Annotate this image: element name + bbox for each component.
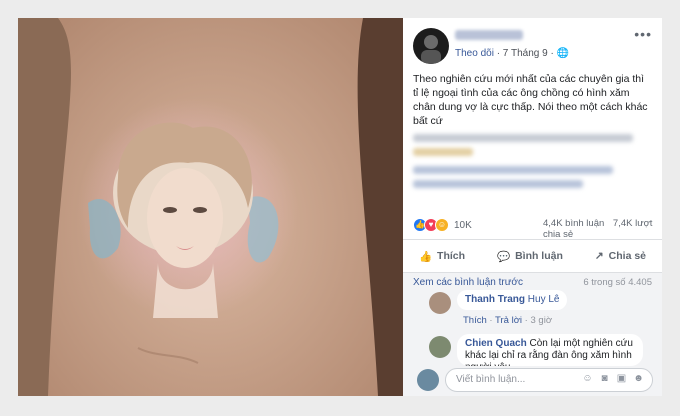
- camera-icon[interactable]: ◙: [599, 373, 610, 384]
- post-date[interactable]: · 7 Tháng 9 ·: [497, 48, 554, 59]
- like-button[interactable]: 👍 Thích: [419, 250, 465, 263]
- reactions-summary[interactable]: 👍 ♥ ☺ 10K: [413, 218, 472, 232]
- photo-viewer: Theo dõi · 7 Tháng 9 · 🌐 ••• Theo nghiên…: [18, 18, 662, 396]
- gif-icon[interactable]: ▣: [616, 373, 627, 384]
- blurred-text-line: [413, 134, 633, 142]
- commenter-name[interactable]: Chien Quach: [465, 338, 527, 349]
- emoji-icon[interactable]: ☺: [582, 373, 593, 384]
- thumbs-up-icon: 👍: [418, 250, 433, 263]
- more-dots-icon[interactable]: •••: [634, 26, 652, 42]
- tagged-user[interactable]: Huy Lê: [528, 294, 560, 305]
- share-button[interactable]: ↗ Chia sẻ: [595, 250, 646, 262]
- blurred-link-line: [413, 166, 613, 174]
- comment-bubble: Chien Quach Còn lại một nghiên cứu khác …: [457, 334, 643, 366]
- comment-reply-link[interactable]: Trả lời: [495, 315, 522, 326]
- comment-bubble-icon: 💬: [496, 250, 511, 263]
- share-arrow-icon: ↗: [594, 250, 604, 262]
- comment-count[interactable]: 4,4K bình luận: [543, 218, 604, 229]
- globe-icon: 🌐: [556, 48, 570, 59]
- haha-reaction-icon: ☺: [435, 218, 449, 232]
- post-panel: Theo dõi · 7 Tháng 9 · 🌐 ••• Theo nghiên…: [403, 18, 662, 396]
- comment-page-count: 6 trong số 4.405: [583, 277, 652, 288]
- post-text: Theo nghiên cứu mới nhất của các chuyên …: [413, 72, 649, 188]
- blurred-text-line: [413, 148, 473, 156]
- comment-meta: Thích · Trả lời · 3 giờ: [463, 315, 553, 326]
- reaction-count: 10K: [454, 219, 472, 231]
- sticker-icon[interactable]: ☻: [633, 373, 644, 384]
- author-name-blurred[interactable]: [455, 30, 523, 40]
- post-photo[interactable]: [18, 18, 403, 396]
- tattoo-photo: [18, 18, 403, 396]
- follow-button[interactable]: Theo dõi: [455, 48, 494, 59]
- blurred-link-line: [413, 180, 583, 188]
- current-user-avatar: [417, 369, 439, 391]
- author-avatar[interactable]: [413, 28, 449, 64]
- comment-input-placeholder: Viết bình luận...: [456, 374, 526, 385]
- commenter-avatar[interactable]: [429, 292, 451, 314]
- comment-time[interactable]: 3 giờ: [531, 315, 553, 326]
- commenter-avatar[interactable]: [429, 336, 451, 358]
- comment-like-link[interactable]: Thích: [463, 315, 487, 326]
- action-bar: 👍 Thích 💬 Bình luận ↗ Chia sẻ: [403, 240, 662, 272]
- comment-bubble: Thanh Trang Huy Lê: [457, 290, 568, 310]
- comment-input[interactable]: Viết bình luận... ☺ ◙ ▣ ☻: [445, 368, 653, 392]
- comment-button[interactable]: 💬 Bình luận: [497, 250, 563, 263]
- commenter-name[interactable]: Thanh Trang: [465, 294, 525, 305]
- view-previous-comments-link[interactable]: Xem các bình luận trước: [413, 277, 523, 288]
